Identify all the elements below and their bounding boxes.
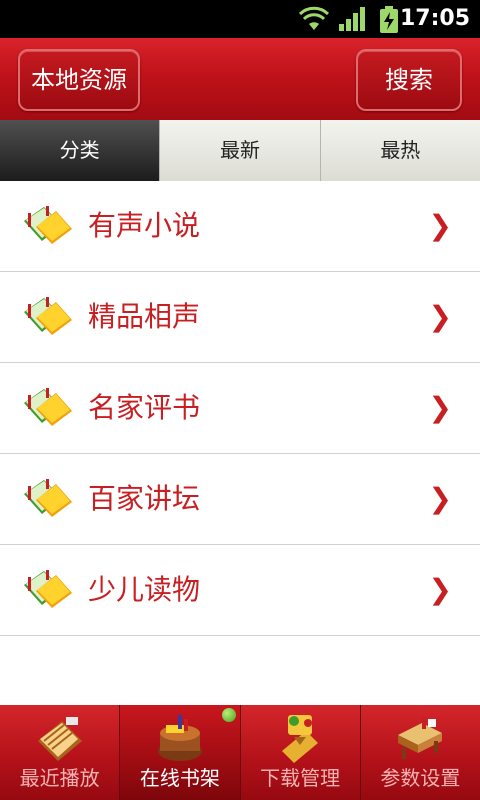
list-item[interactable]: 百家讲坛 ❯ <box>0 454 480 545</box>
book-icon <box>24 206 72 244</box>
signal-icon <box>339 7 365 31</box>
category-label: 百家讲坛 <box>88 482 201 515</box>
nav-label: 下载管理 <box>260 766 341 790</box>
book-icon <box>24 479 72 517</box>
chevron-right-icon: ❯ <box>428 300 452 333</box>
wifi-icon <box>298 6 330 30</box>
book-icon <box>24 297 72 335</box>
tab-latest[interactable]: 最新 <box>159 120 320 181</box>
nav-label: 最近播放 <box>19 766 100 790</box>
status-bar: 17:05 <box>0 0 480 38</box>
notification-dot-icon <box>221 708 236 722</box>
bookshelf-icon <box>157 715 202 761</box>
nav-label: 参数设置 <box>380 766 461 790</box>
nav-online-bookshelf[interactable]: 在线书架 <box>120 705 240 800</box>
tab-hottest[interactable]: 最热 <box>319 120 480 181</box>
list-item[interactable]: 名家评书 ❯ <box>0 363 480 454</box>
chevron-right-icon: ❯ <box>428 573 452 606</box>
tab-category[interactable]: 分类 <box>0 120 160 181</box>
nav-download-manager[interactable]: 下载管理 <box>240 705 360 800</box>
app-header: 本地资源 搜索 <box>0 38 480 121</box>
tab-bar: 分类 最新 最热 <box>0 120 480 182</box>
category-label: 少儿读物 <box>88 573 201 606</box>
recent-books-icon <box>37 717 82 761</box>
category-label: 名家评书 <box>88 391 201 424</box>
chevron-right-icon: ❯ <box>428 482 452 515</box>
book-icon <box>24 388 72 426</box>
search-button[interactable]: 搜索 <box>356 49 462 111</box>
settings-desk-icon <box>398 717 443 759</box>
book-icon <box>24 570 72 608</box>
nav-settings[interactable]: 参数设置 <box>360 705 480 800</box>
list-item[interactable]: 少儿读物 ❯ <box>0 545 480 636</box>
chevron-right-icon: ❯ <box>428 209 452 242</box>
list-item[interactable]: 有声小说 ❯ <box>0 181 480 272</box>
download-scroll-icon <box>282 715 319 763</box>
category-label: 有声小说 <box>88 209 201 242</box>
local-resources-button[interactable]: 本地资源 <box>18 49 140 111</box>
chevron-right-icon: ❯ <box>428 391 452 424</box>
clock: 17:05 <box>399 6 470 31</box>
nav-label: 在线书架 <box>139 766 220 790</box>
list-item[interactable]: 精品相声 ❯ <box>0 272 480 363</box>
battery-charging-icon <box>380 6 398 33</box>
bottom-nav: 最近播放 在线书架 下载管理 参数设置 <box>0 705 480 800</box>
category-label: 精品相声 <box>88 300 201 333</box>
category-list: 有声小说 ❯ 精品相声 ❯ 名家评书 ❯ 百家讲坛 ❯ 少儿读物 ❯ <box>0 181 480 636</box>
nav-recent-play[interactable]: 最近播放 <box>0 705 120 800</box>
